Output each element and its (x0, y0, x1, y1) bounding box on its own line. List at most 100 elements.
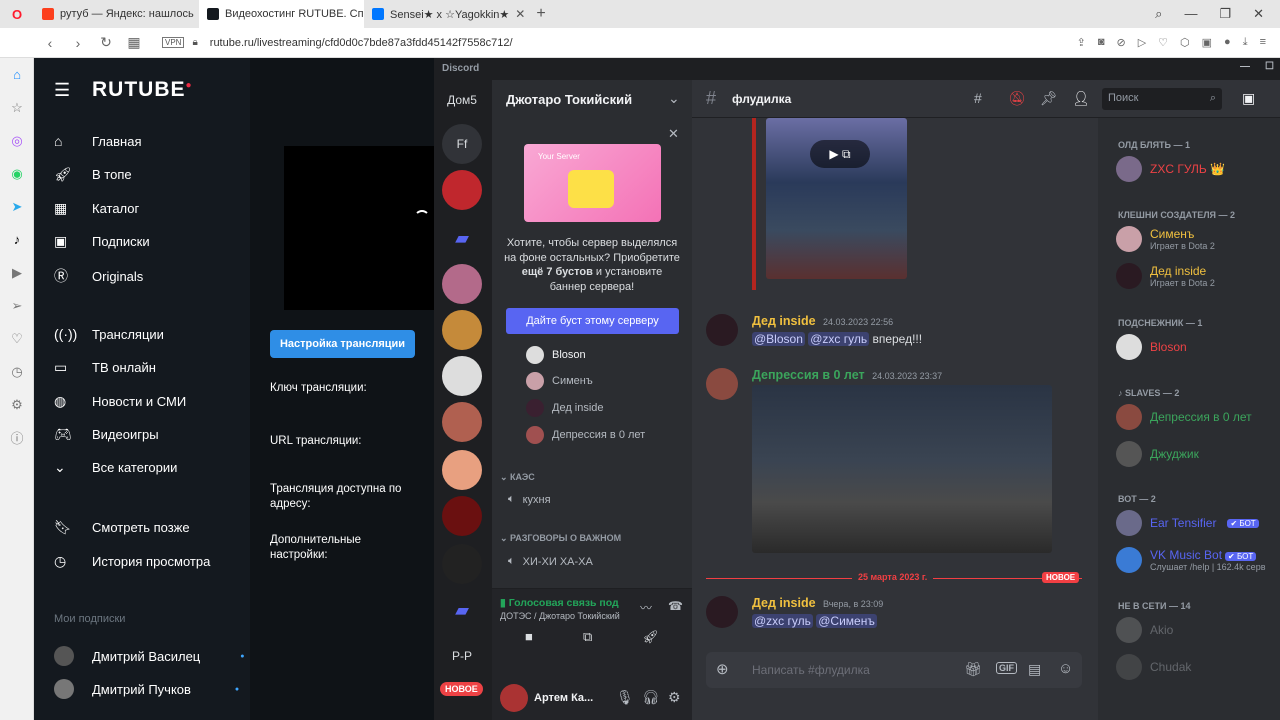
messenger-icon[interactable]: ◎ (0, 124, 34, 157)
url-field[interactable]: rutube.ru/livestreaming/cfd0d0c7bde87a3f… (210, 37, 513, 49)
member-item[interactable]: Ear Tensifier ✔ БОТ (1116, 510, 1259, 536)
member-item[interactable]: Akio (1116, 617, 1173, 643)
server-icon[interactable] (442, 356, 482, 396)
vpn-badge[interactable]: VPN (162, 37, 185, 48)
new-tab-button[interactable]: + (529, 5, 553, 23)
history-icon[interactable]: ◷ (0, 355, 34, 388)
maximize-icon[interactable]: ☐ (1265, 61, 1274, 72)
telegram-icon[interactable]: ➤ (0, 190, 34, 223)
hamburger-icon[interactable]: ☰ (54, 80, 70, 101)
microphone-icon[interactable]: 🎙︎ (616, 689, 634, 706)
video-icon[interactable]: ■ (525, 629, 533, 645)
reload-icon[interactable]: ↻ (92, 34, 120, 51)
server-icon[interactable] (442, 544, 482, 584)
folder-icon[interactable]: ▰ (442, 590, 482, 630)
back-icon[interactable]: ‹ (36, 35, 64, 51)
share-icon[interactable]: ⇪ (1077, 36, 1086, 49)
member-item[interactable]: Сименъ Играет в Dota 2 (1116, 226, 1215, 252)
emoji-icon[interactable]: ☺ (1058, 660, 1073, 677)
voice-location[interactable]: ДОТЭС / Джотаро Токийский (500, 611, 620, 621)
server-icon[interactable] (442, 170, 482, 210)
plus-circle-icon[interactable]: ⊕ (716, 660, 729, 678)
bell-muted-icon[interactable]: 🔕︎ (1008, 90, 1026, 107)
mention[interactable]: @Bloson (752, 332, 805, 346)
avatar[interactable] (706, 368, 738, 400)
message-author[interactable]: Дед inside (752, 596, 816, 610)
box-icon[interactable]: ⬡ (1180, 36, 1190, 49)
member-item[interactable]: VK Music Bot ✔ БОТ Слушает /help | 162.4k … (1116, 547, 1265, 573)
avatar[interactable] (706, 596, 738, 628)
sticker-icon[interactable]: ▤ (1028, 661, 1041, 678)
members-icon[interactable]: 👤︎ (1072, 90, 1090, 107)
mention[interactable]: @zxc гуль (808, 332, 870, 346)
nav-catalog[interactable]: ▦ Каталог (54, 200, 139, 217)
restore-icon[interactable]: ❐ (1219, 6, 1231, 22)
threads-icon[interactable]: # (974, 90, 982, 106)
server-icon[interactable] (442, 310, 482, 350)
voice-channel-hihi[interactable]: 🔈︎ ХИ-ХИ ХА-ХА (508, 555, 593, 568)
category-kaes[interactable]: ⌄ КАЭС (500, 472, 535, 483)
gift-icon[interactable]: 🎁︎ (964, 661, 982, 678)
embedded-image[interactable]: ▶ ⧉ (766, 118, 907, 279)
member-item[interactable]: Bloson (1116, 334, 1187, 360)
member-item[interactable]: Джуджик (1116, 441, 1199, 467)
gif-button[interactable]: GIF (996, 662, 1017, 674)
voice-user[interactable]: Депрессия в 0 лет (526, 426, 645, 444)
server-pp[interactable]: P-P (442, 636, 482, 676)
new-badge[interactable]: НОВОЕ (440, 682, 483, 696)
message-input[interactable]: ⊕ Написать #флудилка 🎁︎ GIF ▤ ☺ (706, 652, 1082, 688)
nav-news[interactable]: ◍ Новости и СМИ (54, 393, 186, 410)
nav-watch-later[interactable]: 🔖︎ Смотреть позже (54, 519, 190, 536)
home-server[interactable]: Дом5 (442, 80, 482, 120)
attached-screenshot[interactable] (752, 385, 1052, 553)
voice-user[interactable]: Bloson (526, 346, 586, 364)
close-icon[interactable]: ✕ (668, 126, 679, 142)
voice-user[interactable]: Дед inside (526, 399, 604, 417)
server-icon[interactable] (442, 264, 482, 304)
member-item[interactable]: Депрессия в 0 лет (1116, 404, 1252, 430)
member-item[interactable]: Chudak (1116, 654, 1191, 680)
nav-subscriptions[interactable]: ▣ Подписки (54, 233, 150, 250)
boost-button[interactable]: Дайте буст этому серверу (506, 308, 679, 334)
avatar[interactable] (706, 314, 738, 346)
sub-item[interactable]: Дмитрий Василец ● (54, 646, 244, 666)
heart-icon[interactable]: ♡ (0, 322, 34, 355)
noise-icon[interactable]: 〰 (640, 599, 652, 616)
mention[interactable]: @zxc гуль (752, 614, 813, 628)
message-author[interactable]: Депрессия в 0 лет (752, 368, 865, 382)
opera-logo-icon[interactable]: O (0, 0, 34, 31)
play-icon[interactable]: ▶ ⧉ (810, 140, 870, 168)
nav-home[interactable]: ⌂ Главная (54, 133, 141, 149)
tab-vk[interactable]: Sensei★ x ☆Yagokkin★ ✕ (364, 0, 529, 28)
player-icon[interactable]: ▷ (1138, 36, 1146, 49)
server-ff[interactable]: Ff (442, 124, 482, 164)
tab-rutube[interactable]: Видеохостинг RUTUBE. Сп✕ (199, 0, 364, 28)
player-icon[interactable]: ▶ (0, 256, 34, 289)
tab-yandex[interactable]: рутуб — Яндекс: нашлось✕ (34, 0, 199, 28)
send-icon[interactable]: ➢ (0, 289, 34, 322)
wallet-icon[interactable]: ▣ (1202, 36, 1212, 49)
member-item[interactable]: Дед inside Играет в Dota 2 (1116, 263, 1215, 289)
voice-channel-kitchen[interactable]: 🔈︎ кухня (508, 493, 551, 506)
inbox-icon[interactable]: ▣ (1242, 90, 1255, 107)
menu-icon[interactable]: ≡ (1260, 36, 1266, 49)
user-name[interactable]: Артем Ка... (534, 692, 593, 704)
nav-history[interactable]: ◷ История просмотра (54, 553, 210, 570)
minimize-icon[interactable]: — (1240, 61, 1250, 72)
avatar[interactable]: ● (1224, 36, 1231, 49)
nav-all-categories[interactable]: ⌄ Все категории (54, 459, 177, 476)
download-icon[interactable]: ⤓ (1243, 36, 1248, 49)
bulb-icon[interactable]: ⓘ (0, 421, 34, 454)
pin-icon[interactable]: 📌︎ (1040, 90, 1058, 107)
server-icon[interactable] (442, 496, 482, 536)
member-item[interactable]: ZXC ГУЛЬ 👑 (1116, 156, 1225, 182)
folder-icon[interactable]: ▰ (442, 218, 482, 258)
nav-streams[interactable]: ((·)) Трансляции (54, 326, 164, 342)
server-icon[interactable] (442, 450, 482, 490)
headphones-icon[interactable]: 🎧︎ (642, 689, 660, 706)
forward-icon[interactable]: › (64, 35, 92, 51)
search-icon[interactable]: ⌕ (1155, 6, 1162, 22)
search-input[interactable]: Поиск ⌕ (1102, 88, 1222, 110)
screen-share-icon[interactable]: ⧉ (583, 629, 592, 645)
message-author[interactable]: Дед inside (752, 314, 816, 328)
